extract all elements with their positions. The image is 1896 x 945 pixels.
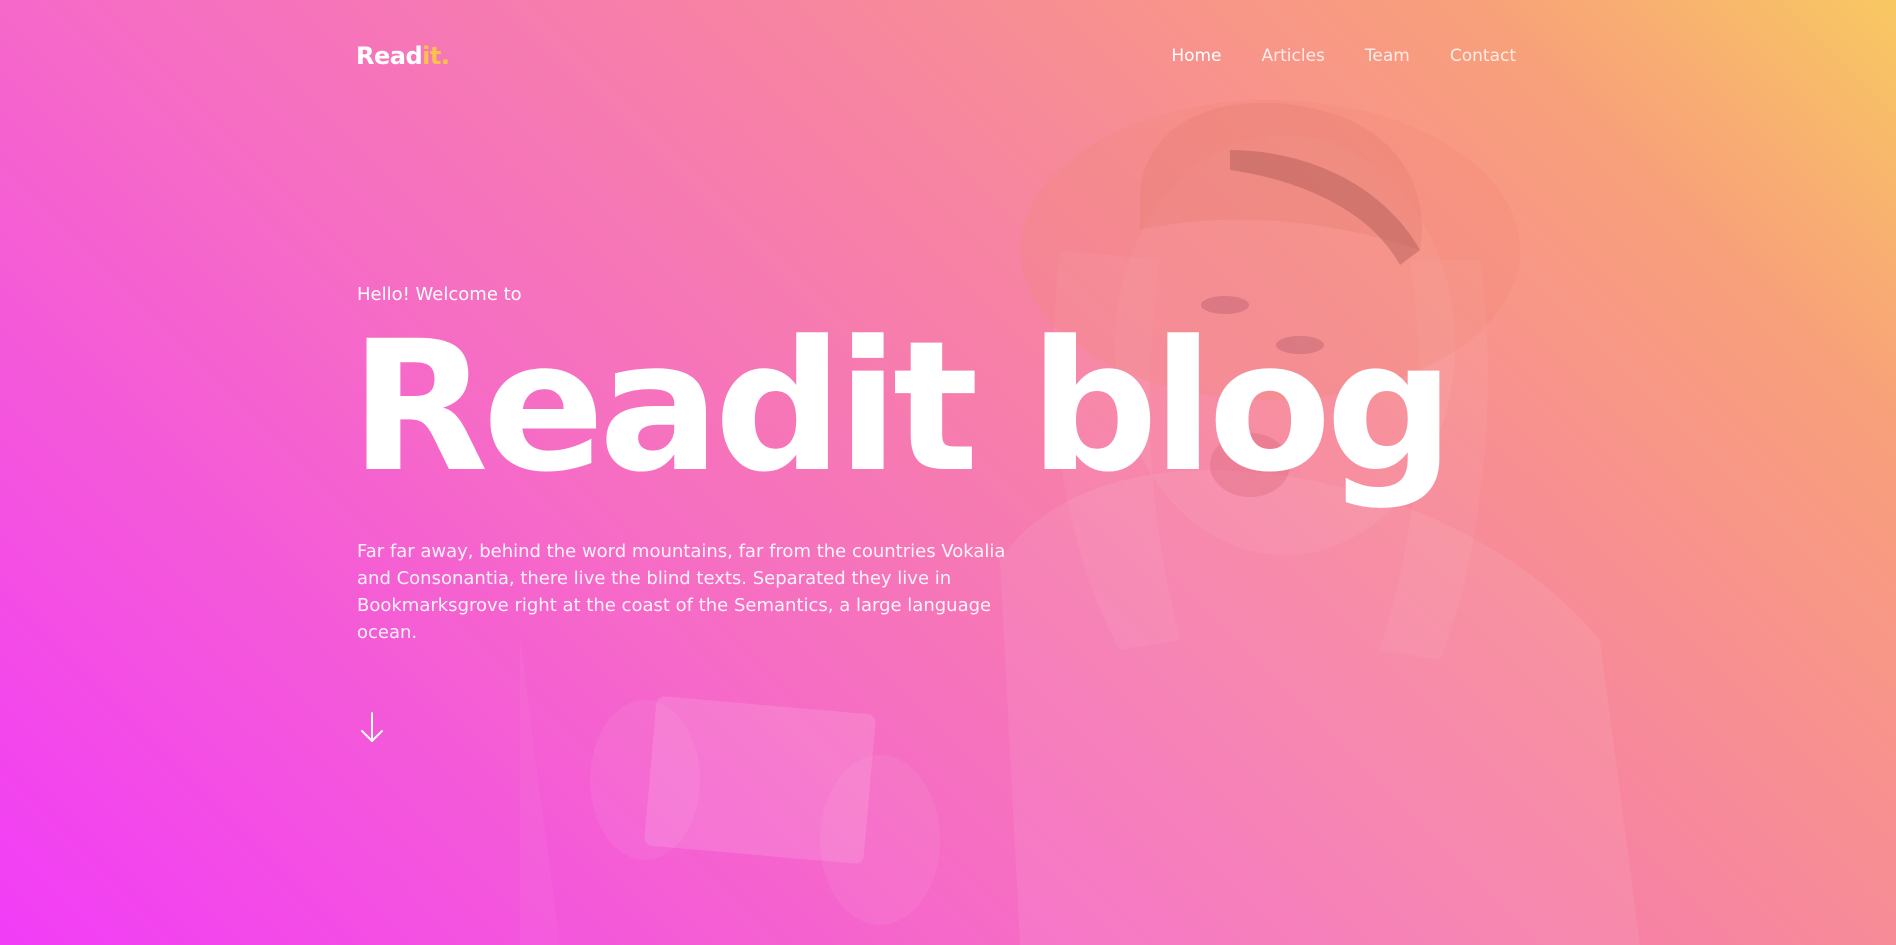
arrow-down-icon	[361, 712, 383, 742]
nav-menu: Home Articles Team Contact	[1171, 46, 1516, 66]
brand-logo[interactable]: Readit.	[356, 42, 450, 70]
nav-item-home: Home	[1171, 46, 1221, 66]
scroll-down-button[interactable]	[358, 711, 386, 745]
hero-title: Readit blog	[350, 303, 1454, 512]
nav-link-home[interactable]: Home	[1171, 46, 1221, 66]
logo-main: Read	[356, 42, 423, 70]
nav-link-articles[interactable]: Articles	[1262, 46, 1325, 66]
hero-subtitle: Hello! Welcome to	[357, 284, 522, 305]
nav-link-contact[interactable]: Contact	[1450, 46, 1516, 66]
logo-accent: it	[422, 42, 441, 70]
logo-dot: .	[440, 42, 450, 70]
hero-section: Readit. Home Articles Team Contact Hello…	[0, 0, 1896, 945]
top-navigation: Readit. Home Articles Team Contact	[356, 40, 1516, 76]
hero-description: Far far away, behind the word mountains,…	[357, 541, 1006, 643]
nav-link-team[interactable]: Team	[1365, 46, 1410, 66]
nav-item-articles: Articles	[1262, 46, 1325, 66]
nav-item-contact: Contact	[1450, 46, 1516, 66]
nav-item-team: Team	[1365, 46, 1410, 66]
